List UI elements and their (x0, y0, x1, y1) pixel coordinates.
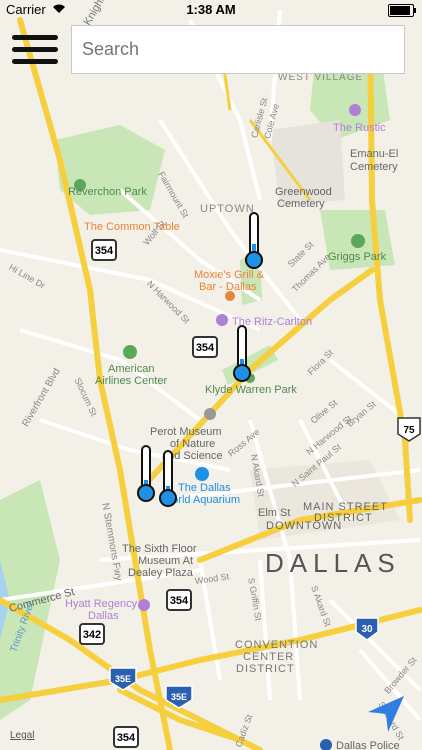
map-label: The Dallas (178, 482, 231, 494)
map-label: Emanu-El (350, 148, 398, 160)
thermometer-marker[interactable] (158, 450, 178, 513)
map-label: Cemetery (350, 161, 398, 173)
menu-bar (12, 47, 58, 52)
map-label: Dallas Police (336, 740, 400, 750)
status-time: 1:38 AM (186, 2, 236, 17)
interstate-35e-shield: 35E (171, 692, 187, 702)
map-label: Museum At (138, 555, 193, 567)
route-342-shield: 342 (83, 629, 101, 641)
map-label: Hyatt Regency (65, 598, 138, 610)
map[interactable]: 354 354 354 342 354 30 35E 35E 75 Knight… (0, 0, 422, 750)
battery-icon (388, 4, 416, 17)
map-label: DISTRICT (236, 663, 295, 675)
map-label: CENTER (243, 651, 294, 663)
map-label: Bar - Dallas (199, 281, 257, 293)
map-label: DALLAS (265, 548, 401, 578)
map-label: Cemetery (277, 198, 325, 210)
map-label: Griggs Park (328, 251, 387, 263)
map-label: Airlines Center (95, 375, 167, 387)
status-bar: Carrier 1:38 AM (0, 0, 422, 20)
route-354-shield: 354 (196, 342, 215, 354)
route-354-shield: 354 (95, 245, 114, 257)
search-input[interactable] (71, 25, 405, 74)
map-label: Dealey Plaza (128, 567, 194, 579)
map-label: The Rustic (333, 122, 386, 134)
map-label: Reverchon Park (68, 186, 147, 198)
map-label: of Nature (170, 438, 215, 450)
menu-bar (12, 35, 58, 40)
menu-bar (12, 59, 58, 64)
us-75-shield: 75 (403, 425, 415, 436)
legal-link[interactable]: Legal (10, 730, 34, 741)
route-354-shield: 354 (170, 595, 189, 607)
map-label: DOWNTOWN (266, 520, 342, 532)
interstate-30-shield: 30 (361, 624, 373, 635)
map-label: American (108, 363, 154, 375)
map-label: The Sixth Floor (122, 543, 197, 555)
map-label: Perot Museum (150, 426, 222, 438)
map-label: CONVENTION (235, 639, 318, 651)
map-label: Dallas (88, 610, 119, 622)
location-arrow-icon[interactable] (366, 694, 406, 734)
hamburger-icon[interactable] (12, 33, 58, 67)
map-label: Greenwood (275, 186, 332, 198)
thermometer-marker[interactable] (136, 445, 156, 508)
map-label: Elm St (258, 507, 290, 519)
interstate-35e-shield: 35E (115, 674, 131, 684)
thermometer-marker[interactable] (244, 212, 264, 275)
thermometer-marker[interactable] (232, 325, 252, 388)
route-354-shield: 354 (117, 732, 136, 744)
